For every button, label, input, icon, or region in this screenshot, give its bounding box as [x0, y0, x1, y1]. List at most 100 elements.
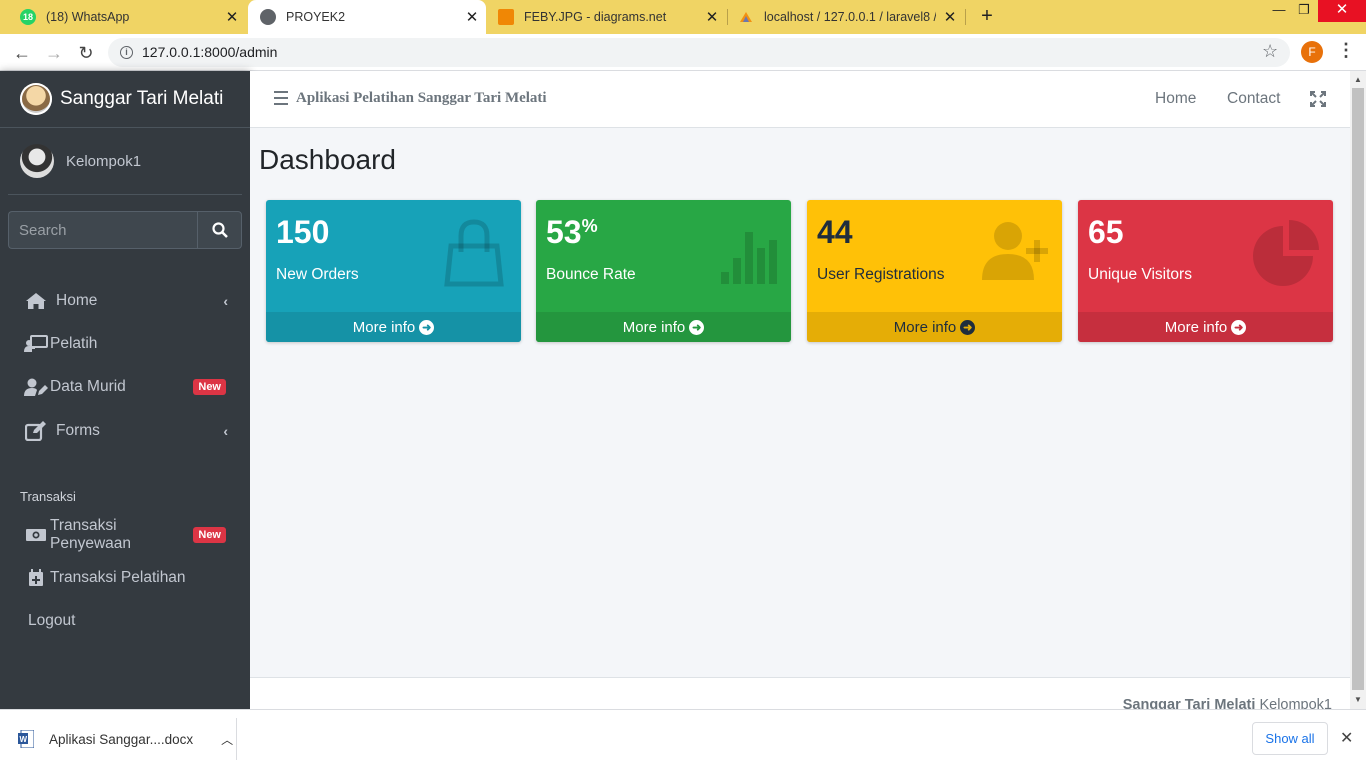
scrollbar-thumb[interactable] — [1352, 88, 1364, 690]
sidebar-item-label: Pelatih — [50, 335, 98, 352]
tab-diagrams[interactable]: FEBY.JPG - diagrams.net ✕ — [488, 0, 726, 34]
sidebar-item-label: Transaksi Pelatihan — [50, 569, 186, 586]
tab-phpmyadmin[interactable]: localhost / 127.0.0.1 / laravel8 / t ✕ — [728, 0, 964, 34]
diagrams-icon — [498, 9, 514, 25]
new-badge: New — [193, 527, 226, 543]
more-info-link[interactable]: More info ➜ — [807, 312, 1062, 342]
percent-suffix: % — [581, 216, 598, 236]
box-value: 150 — [276, 214, 330, 250]
nav-header-transaksi: Transaksi — [20, 489, 76, 504]
calendar-plus-icon — [24, 569, 48, 587]
back-icon[interactable]: ← — [10, 41, 34, 65]
brand-link[interactable]: Sanggar Tari Melati — [0, 71, 250, 128]
tab-title: (18) WhatsApp — [46, 10, 130, 24]
nav-link-contact[interactable]: Contact — [1227, 90, 1280, 108]
small-box-bounce-rate: 53% Bounce Rate More info ➜ — [536, 200, 791, 342]
sidebar-item-label: Data Murid — [50, 378, 126, 395]
more-info-link[interactable]: More info ➜ — [536, 312, 791, 342]
tab-title: localhost / 127.0.0.1 / laravel8 / t — [764, 10, 936, 24]
close-icon[interactable]: ✕ — [458, 8, 486, 26]
user-panel[interactable]: Kelompok1 — [8, 128, 242, 195]
scroll-up-icon[interactable]: ▲ — [1354, 75, 1362, 84]
word-doc-icon: W — [18, 730, 34, 748]
close-icon[interactable]: ✕ — [936, 8, 964, 26]
expand-arrows-icon[interactable] — [1310, 91, 1326, 112]
tab-title: PROYEK2 — [286, 10, 346, 24]
footer-team: Kelompok1 — [1259, 697, 1332, 709]
more-info-label: More info — [622, 318, 686, 336]
chevron-left-icon: ‹ — [223, 293, 228, 309]
tab-whatsapp[interactable]: 18 (18) WhatsApp ✕ — [0, 0, 246, 34]
more-info-link[interactable]: More info ➜ — [1078, 312, 1333, 342]
more-info-label: More info — [893, 318, 957, 336]
small-box-user-registrations: 44 User Registrations More info ➜ — [807, 200, 1062, 342]
main-footer: Sanggar Tari Melati Kelompok1 — [250, 677, 1350, 709]
menu-kebab-icon[interactable]: ⋮ — [1337, 40, 1355, 61]
arrow-circle-right-icon: ➜ — [419, 319, 435, 335]
download-shelf: W Aplikasi Sanggar....docx ︿ Show all ✕ — [0, 709, 1366, 768]
url-text: 127.0.0.1:8000/admin — [142, 44, 278, 60]
sidebar-item-home[interactable]: Home ‹ — [8, 281, 242, 321]
show-all-button[interactable]: Show all — [1252, 722, 1328, 755]
search-button[interactable] — [197, 211, 242, 249]
user-avatar — [20, 144, 54, 178]
reload-icon[interactable]: ↻ — [74, 41, 98, 65]
chevron-left-icon: ‹ — [223, 423, 228, 439]
new-badge: New — [193, 379, 226, 395]
tab-separator — [965, 9, 966, 25]
close-icon[interactable]: ✕ — [218, 8, 246, 26]
sidebar-item-logout[interactable]: Logout — [8, 601, 242, 641]
content-wrapper: Dashboard 150 New Orders More info ➜ 53%… — [250, 128, 1350, 677]
close-icon[interactable]: ✕ — [1340, 728, 1353, 748]
bar-chart-icon — [721, 232, 777, 284]
bookmark-star-icon[interactable]: ☆ — [1262, 41, 1278, 62]
brand-logo — [20, 83, 52, 115]
info-icon[interactable]: i — [120, 46, 133, 59]
sidebar-item-data-murid[interactable]: Data Murid New — [8, 367, 242, 407]
download-item[interactable]: W Aplikasi Sanggar....docx ︿ — [18, 730, 233, 748]
home-icon — [24, 292, 48, 310]
box-label: New Orders — [276, 266, 359, 283]
restore-button[interactable]: ❐ — [1289, 0, 1319, 22]
profile-avatar[interactable]: F — [1301, 41, 1323, 63]
sidebar-item-label: Home — [56, 292, 98, 309]
nav-link-home[interactable]: Home — [1155, 90, 1196, 108]
box-value: 53% — [546, 214, 598, 250]
sidebar-item-transaksi-pelatihan[interactable]: Transaksi Pelatihan — [8, 558, 242, 598]
small-box-unique-visitors: 65 Unique Visitors More info ➜ — [1078, 200, 1333, 342]
window-close-button[interactable]: ✕ — [1318, 0, 1366, 22]
chevron-up-icon[interactable]: ︿ — [221, 731, 233, 748]
user-name: Kelompok1 — [66, 152, 142, 170]
globe-icon — [260, 9, 276, 25]
sidebar-item-label: Transaksi Penyewaan — [50, 517, 132, 552]
page-title: Dashboard — [259, 144, 396, 175]
sidebar-item-transaksi-penyewaan[interactable]: Transaksi Penyewaan New — [8, 515, 242, 555]
browser-tab-strip: 18 (18) WhatsApp ✕ PROYEK2 ✕ FEBY.JPG - … — [0, 0, 1366, 34]
scroll-down-icon[interactable]: ▼ — [1354, 695, 1362, 704]
box-label: Unique Visitors — [1088, 266, 1192, 283]
download-separator — [236, 718, 237, 760]
edit-icon — [24, 421, 48, 441]
whatsapp-icon: 18 — [20, 9, 36, 25]
user-plus-icon — [982, 222, 1048, 280]
search-input[interactable] — [8, 211, 197, 249]
new-tab-button[interactable]: + — [976, 5, 998, 27]
page-scrollbar[interactable]: ▲ ▼ — [1350, 71, 1366, 709]
sidebar-item-forms[interactable]: Forms ‹ — [8, 411, 242, 451]
box-label: User Registrations — [817, 266, 945, 283]
shopping-bag-icon — [444, 219, 504, 287]
close-icon[interactable]: ✕ — [698, 8, 726, 26]
footer-text: Sanggar Tari Melati Kelompok1 — [1123, 697, 1332, 709]
chalkboard-teacher-icon — [24, 335, 48, 353]
tab-proyek2[interactable]: PROYEK2 ✕ — [248, 0, 486, 34]
url-input[interactable]: i 127.0.0.1:8000/admin — [108, 38, 1290, 67]
forward-icon[interactable]: → — [42, 41, 66, 65]
pie-chart-icon — [1253, 220, 1319, 286]
user-edit-icon — [24, 378, 48, 396]
more-info-link[interactable]: More info ➜ — [266, 312, 521, 342]
small-box-new-orders: 150 New Orders More info ➜ — [266, 200, 521, 342]
sidebar-item-pelatih[interactable]: Pelatih — [8, 324, 242, 364]
app-title: Aplikasi Pelatihan Sanggar Tari Melati — [296, 90, 547, 106]
hamburger-menu-icon[interactable] — [274, 91, 288, 105]
arrow-circle-right-icon: ➜ — [960, 319, 976, 335]
